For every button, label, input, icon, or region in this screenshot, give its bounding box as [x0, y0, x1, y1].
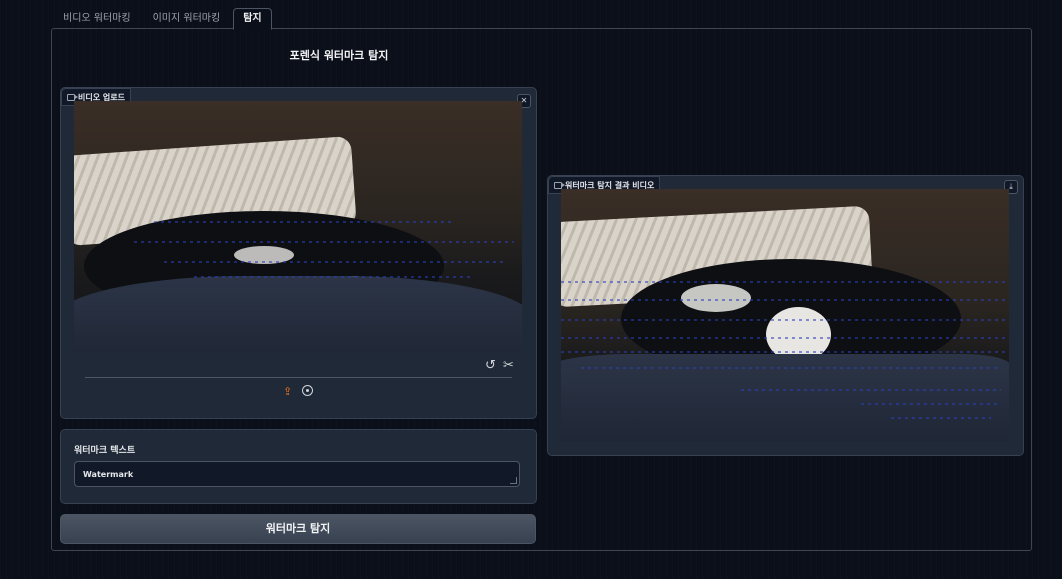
watermark-noise — [134, 241, 514, 243]
watermark-noise — [561, 281, 1009, 283]
tab-bar: 비디오 워터마킹 이미지 워터마킹 탐지 — [54, 8, 276, 30]
scissors-icon[interactable]: ✂ — [503, 359, 514, 372]
video-camera-icon — [554, 181, 565, 189]
page-title: 포렌식 워터마크 탐지 — [289, 49, 389, 62]
watermark-noise — [561, 299, 1009, 301]
watermark-noise — [154, 221, 454, 223]
tab-image-watermarking[interactable]: 이미지 워터마킹 — [144, 9, 230, 29]
detect-watermark-button[interactable]: 워터마크 탐지 — [60, 514, 536, 544]
tab-detection[interactable]: 탐지 — [233, 8, 272, 30]
watermark-text-label: 워터마크 텍스트 — [74, 446, 136, 456]
watermark-noise — [561, 351, 1009, 353]
video-timeline[interactable] — [85, 377, 512, 378]
watermark-noise — [891, 417, 991, 419]
watermark-text-input[interactable]: Watermark — [74, 461, 520, 487]
watermark-noise — [861, 403, 1001, 405]
watermark-noise — [164, 261, 504, 263]
watermark-noise — [561, 319, 1009, 321]
webcam-icon[interactable] — [302, 385, 313, 396]
couch — [74, 276, 522, 353]
uploaded-video[interactable] — [74, 101, 522, 353]
video-camera-icon — [67, 93, 78, 101]
tab-video-watermarking[interactable]: 비디오 워터마킹 — [54, 9, 140, 29]
watermark-noise — [581, 367, 1001, 369]
watermark-noise — [561, 337, 1009, 339]
watermark-noise — [741, 389, 1001, 391]
watermark-noise — [194, 276, 474, 278]
resize-handle-icon[interactable] — [510, 477, 517, 484]
result-video[interactable] — [561, 189, 1009, 441]
watermark-text-value: Watermark — [83, 470, 134, 479]
upload-icon[interactable]: ⇪ — [283, 385, 292, 398]
undo-icon[interactable]: ↺ — [485, 359, 496, 372]
cat-white-patch-2 — [681, 284, 751, 312]
